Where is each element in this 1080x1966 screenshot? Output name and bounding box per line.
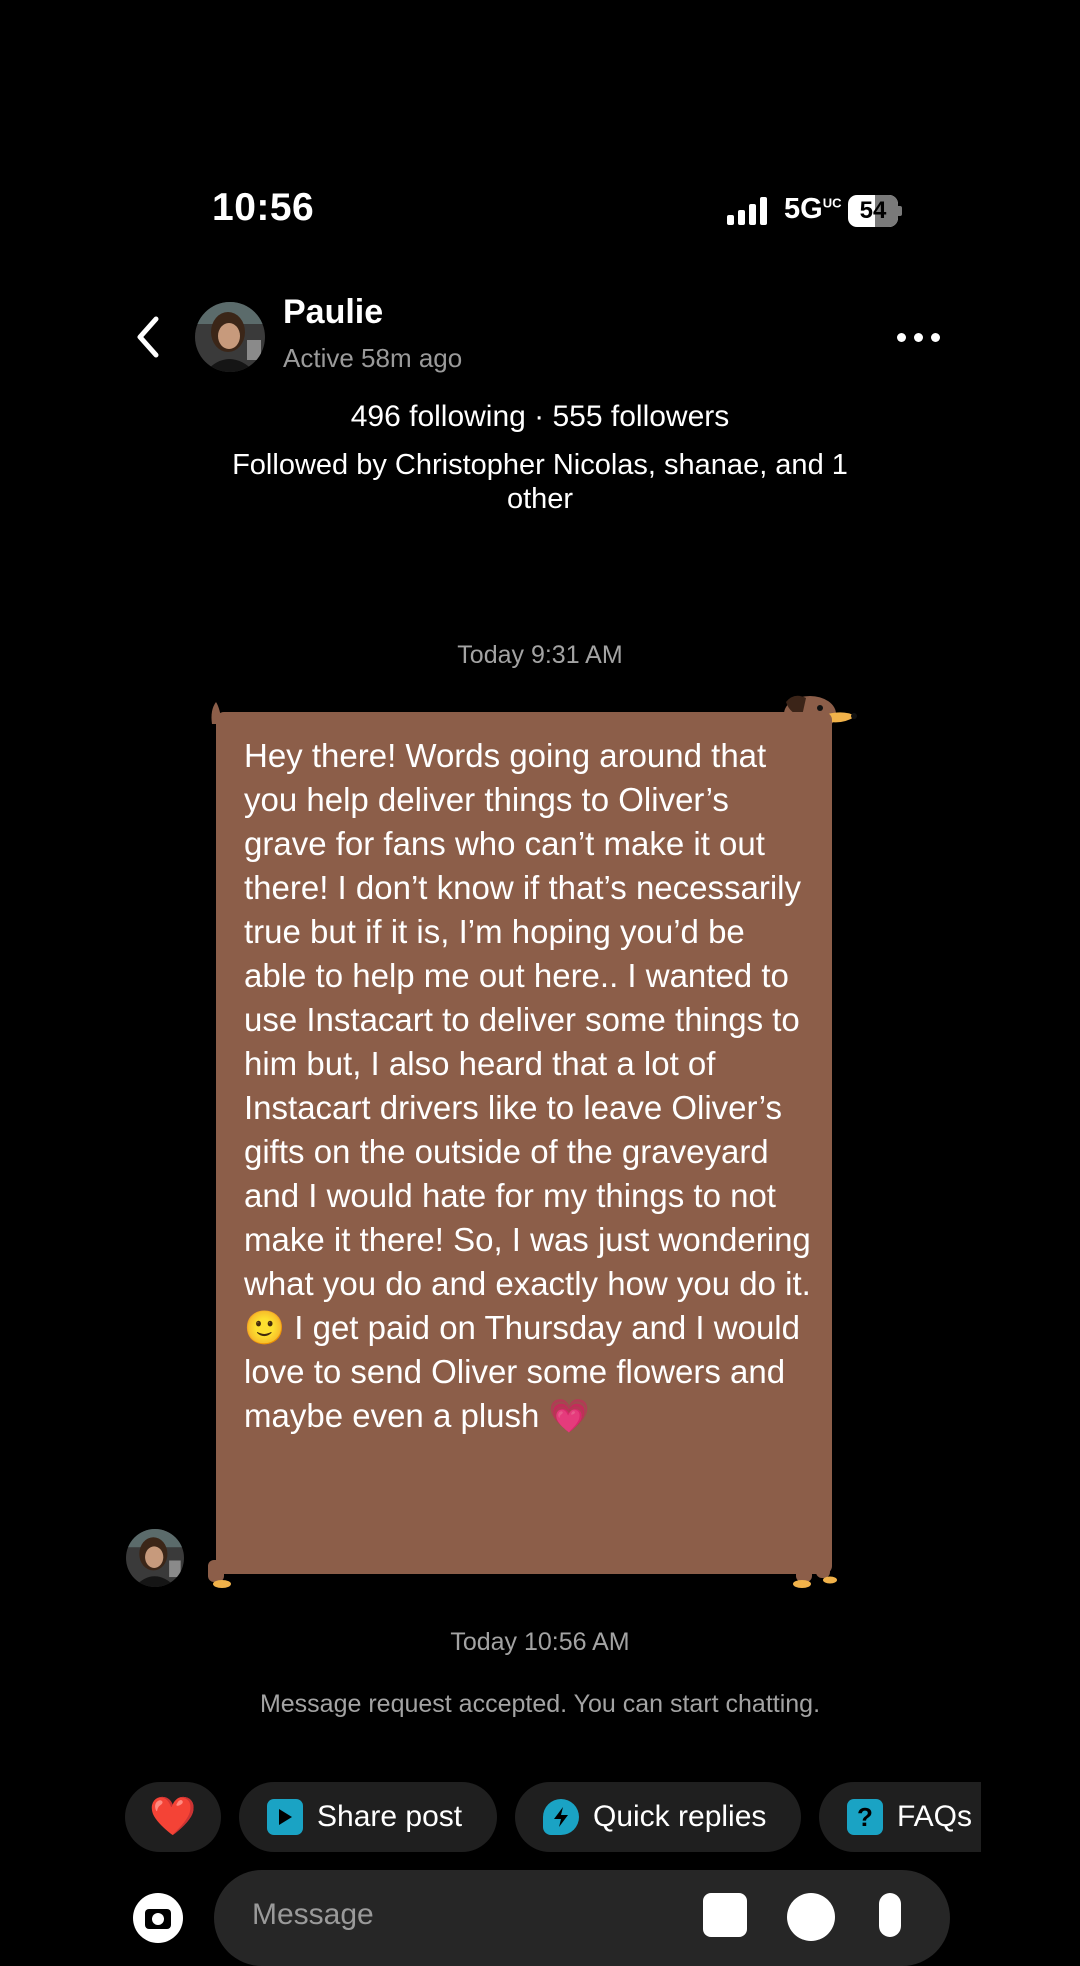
faqs-label: FAQs [897,1800,973,1833]
network-label: 5G [784,193,823,225]
sender-avatar[interactable] [126,1529,184,1587]
network-suffix: UC [822,195,842,211]
back-button[interactable] [128,313,168,361]
camera-button[interactable] [133,1893,183,1943]
play-icon [267,1799,303,1835]
camera-icon [145,1909,171,1929]
sticker-icon[interactable] [787,1893,835,1941]
battery-percentage: 54 [859,197,887,224]
active-status: Active 58m ago [283,343,463,373]
more-options-button[interactable] [897,325,945,349]
share-post-label: Share post [317,1800,463,1833]
signal-icon [727,197,771,225]
more-dot-icon [931,332,940,342]
question-icon: ? [847,1799,883,1835]
quick-actions-bar[interactable]: ❤️ Share post Quick replies ? FAQs [0,1770,981,1870]
battery-icon: 54 [848,195,902,227]
microphone-icon[interactable] [879,1893,901,1937]
more-dot-icon [914,332,923,342]
message-timestamp: Today 10:56 AM [450,1628,630,1656]
like-chip[interactable]: ❤️ [125,1782,221,1852]
chevron-left-icon [137,316,159,358]
network-indicator: 5GUC [784,193,841,226]
more-dot-icon [897,332,906,342]
share-post-chip[interactable]: Share post [239,1782,497,1852]
message-input-placeholder[interactable]: Message [252,1898,374,1932]
avatar[interactable] [195,302,265,372]
faqs-chip[interactable]: ? FAQs [819,1782,981,1852]
heart-icon: ❤️ [149,1796,197,1838]
contact-name[interactable]: Paulie [283,293,383,332]
request-accepted-note: Message request accepted. You can start … [259,1690,821,1718]
message-timestamp: Today 9:31 AM [457,641,623,669]
status-time: 10:56 [212,186,315,229]
followed-by[interactable]: Followed by Christopher Nicolas, shanae,… [210,448,870,516]
quick-replies-label: Quick replies [593,1800,767,1833]
gallery-icon[interactable] [703,1893,747,1937]
follow-stats: 496 following · 555 followers [350,400,730,433]
quick-replies-chip[interactable]: Quick replies [515,1782,801,1852]
lightning-icon [543,1799,579,1835]
message-text: Hey there! Words going around that you h… [244,737,811,1434]
